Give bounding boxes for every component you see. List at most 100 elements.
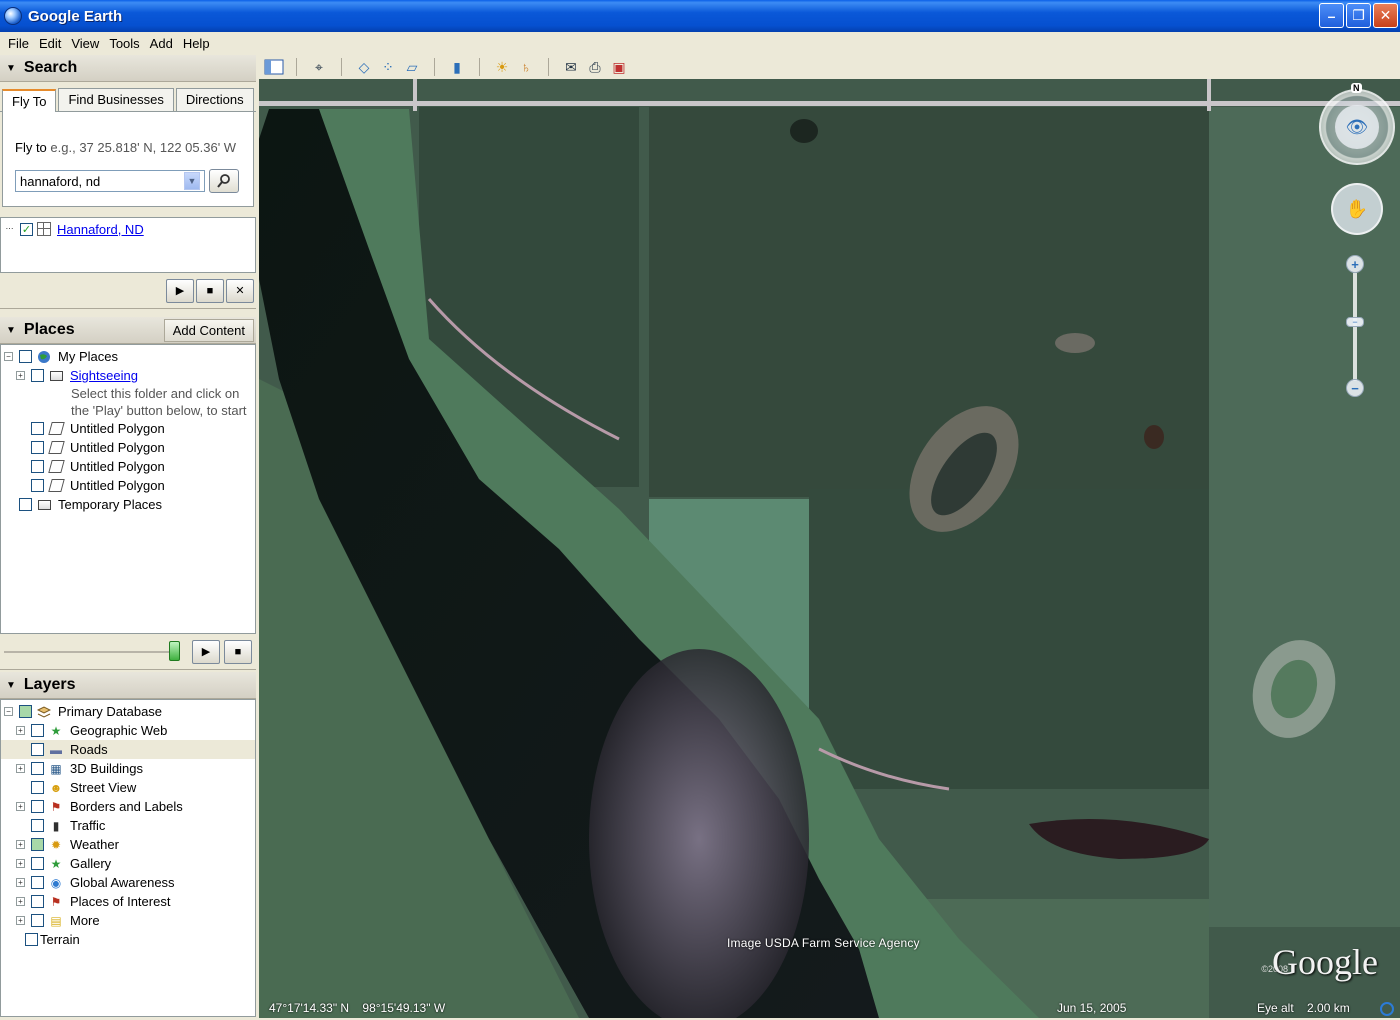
search-panel-header[interactable]: ▼ Search	[0, 55, 256, 82]
look-joystick[interactable]: 👁	[1319, 89, 1395, 165]
polygon-checkbox[interactable]	[31, 441, 44, 454]
tree-item-primary-database[interactable]: − Primary Database	[1, 702, 255, 721]
tab-directions[interactable]: Directions	[175, 88, 254, 111]
layer-item[interactable]: + ▤ More	[1, 911, 255, 930]
tree-item-polygon[interactable]: Untitled Polygon	[1, 476, 255, 495]
result-link[interactable]: Hannaford, ND	[57, 222, 144, 237]
play-button[interactable]: ▶	[166, 278, 194, 303]
expand-icon[interactable]: +	[16, 371, 25, 380]
temporary-places-checkbox[interactable]	[19, 498, 32, 511]
tab-find-businesses[interactable]: Find Businesses	[58, 88, 174, 111]
tree-item-terrain[interactable]: Terrain	[1, 930, 255, 949]
close-button[interactable]: ✕	[1373, 3, 1398, 28]
layer-item[interactable]: + ★ Gallery	[1, 854, 255, 873]
layer-item[interactable]: + ▦ 3D Buildings	[1, 759, 255, 778]
eye-icon[interactable]: 👁	[1335, 105, 1379, 149]
maximize-button[interactable]: ❐	[1346, 3, 1371, 28]
add-content-button[interactable]: Add Content	[163, 318, 254, 342]
layer-checkbox[interactable]	[31, 762, 44, 775]
menu-view[interactable]: View	[66, 36, 104, 51]
zoom-thumb[interactable]: −	[1346, 317, 1364, 327]
menu-edit[interactable]: Edit	[34, 36, 66, 51]
search-result-row[interactable]: ⋯ ✓ Hannaford, ND	[5, 220, 251, 238]
stop-tour-button[interactable]: ■	[224, 639, 252, 664]
layer-item[interactable]: + ⚑ Borders and Labels	[1, 797, 255, 816]
layer-item[interactable]: + ⚑ Places of Interest	[1, 892, 255, 911]
move-joystick[interactable]: ✋	[1331, 183, 1383, 235]
clear-button[interactable]: ✕	[226, 278, 254, 303]
map-view[interactable]: 👁 N ✋ + − − Image USDA Farm Service Agen…	[259, 79, 1400, 1018]
collapse-triangle-icon[interactable]: ▼	[6, 325, 16, 336]
collapse-icon[interactable]: −	[4, 707, 13, 716]
email-button[interactable]: ✉	[559, 56, 583, 78]
expand-icon[interactable]: +	[16, 859, 25, 868]
places-panel-header[interactable]: ▼ Places Add Content	[0, 317, 256, 344]
tree-item-polygon[interactable]: Untitled Polygon	[1, 438, 255, 457]
my-places-checkbox[interactable]	[19, 350, 32, 363]
terrain-checkbox[interactable]	[25, 933, 38, 946]
layer-checkbox[interactable]	[31, 876, 44, 889]
slider-thumb[interactable]	[169, 640, 180, 661]
sidebar-toggle-button[interactable]	[262, 56, 286, 78]
play-tour-button[interactable]: ▶	[192, 639, 220, 664]
expand-icon[interactable]: +	[16, 764, 25, 773]
expand-icon[interactable]: +	[16, 802, 25, 811]
collapse-triangle-icon[interactable]: ▼	[6, 63, 16, 74]
layer-checkbox[interactable]	[31, 781, 44, 794]
layer-checkbox[interactable]	[31, 895, 44, 908]
layer-checkbox[interactable]	[31, 857, 44, 870]
layers-panel-header[interactable]: ▼ Layers	[0, 672, 256, 699]
tree-item-polygon[interactable]: Untitled Polygon	[1, 457, 255, 476]
polygon-checkbox[interactable]	[31, 460, 44, 473]
add-polygon-button[interactable]: ◇	[352, 56, 376, 78]
sky-button[interactable]: ♄	[514, 56, 538, 78]
layer-checkbox[interactable]	[31, 724, 44, 737]
north-indicator[interactable]: N	[1351, 83, 1362, 93]
zoom-out-button[interactable]: −	[1346, 379, 1364, 397]
expand-icon[interactable]: +	[16, 726, 25, 735]
expand-icon[interactable]: +	[16, 840, 25, 849]
expand-icon[interactable]: +	[16, 916, 25, 925]
sunlight-button[interactable]: ☀	[490, 56, 514, 78]
tree-item-temporary-places[interactable]: Temporary Places	[1, 495, 255, 514]
chevron-down-icon[interactable]: ▼	[184, 172, 200, 190]
layer-item[interactable]: ☻ Street View	[1, 778, 255, 797]
menu-file[interactable]: File	[3, 36, 34, 51]
fly-to-input[interactable]: hannaford, nd ▼	[15, 170, 205, 192]
menu-help[interactable]: Help	[178, 36, 215, 51]
expand-icon[interactable]: +	[16, 878, 25, 887]
stop-button[interactable]: ■	[196, 278, 224, 303]
layer-checkbox[interactable]	[31, 819, 44, 832]
zoom-track[interactable]	[1353, 273, 1357, 381]
zoom-slider[interactable]: + − −	[1345, 255, 1365, 397]
collapse-triangle-icon[interactable]: ▼	[6, 680, 16, 691]
ruler-button[interactable]: ▮	[445, 56, 469, 78]
sightseeing-checkbox[interactable]	[31, 369, 44, 382]
menu-tools[interactable]: Tools	[104, 36, 144, 51]
minimize-button[interactable]: –	[1319, 3, 1344, 28]
add-placemark-button[interactable]: ⌖	[307, 56, 331, 78]
layer-checkbox[interactable]	[31, 838, 44, 851]
tree-item-my-places[interactable]: − My Places	[1, 347, 255, 366]
add-image-overlay-button[interactable]: ▱	[400, 56, 424, 78]
result-checkbox[interactable]: ✓	[20, 222, 33, 236]
layer-item[interactable]: + ✹ Weather	[1, 835, 255, 854]
layer-item[interactable]: + ◉ Global Awareness	[1, 873, 255, 892]
view-in-maps-button[interactable]: ▣	[607, 56, 631, 78]
tour-speed-slider[interactable]	[4, 640, 180, 661]
polygon-checkbox[interactable]	[31, 422, 44, 435]
tree-item-polygon[interactable]: Untitled Polygon	[1, 419, 255, 438]
add-path-button[interactable]: ⁘	[376, 56, 400, 78]
layer-checkbox[interactable]	[31, 743, 44, 756]
layer-checkbox[interactable]	[31, 800, 44, 813]
print-button[interactable]: ⎙	[583, 56, 607, 78]
sightseeing-link[interactable]: Sightseeing	[70, 368, 138, 383]
search-button[interactable]	[209, 169, 239, 193]
layer-item[interactable]: + ★ Geographic Web	[1, 721, 255, 740]
layer-checkbox[interactable]	[31, 914, 44, 927]
zoom-in-button[interactable]: +	[1346, 255, 1364, 273]
primary-database-checkbox[interactable]	[19, 705, 32, 718]
layer-item[interactable]: ▮ Traffic	[1, 816, 255, 835]
tree-item-sightseeing[interactable]: + Sightseeing	[1, 366, 255, 385]
layer-item[interactable]: ▬ Roads	[1, 740, 255, 759]
